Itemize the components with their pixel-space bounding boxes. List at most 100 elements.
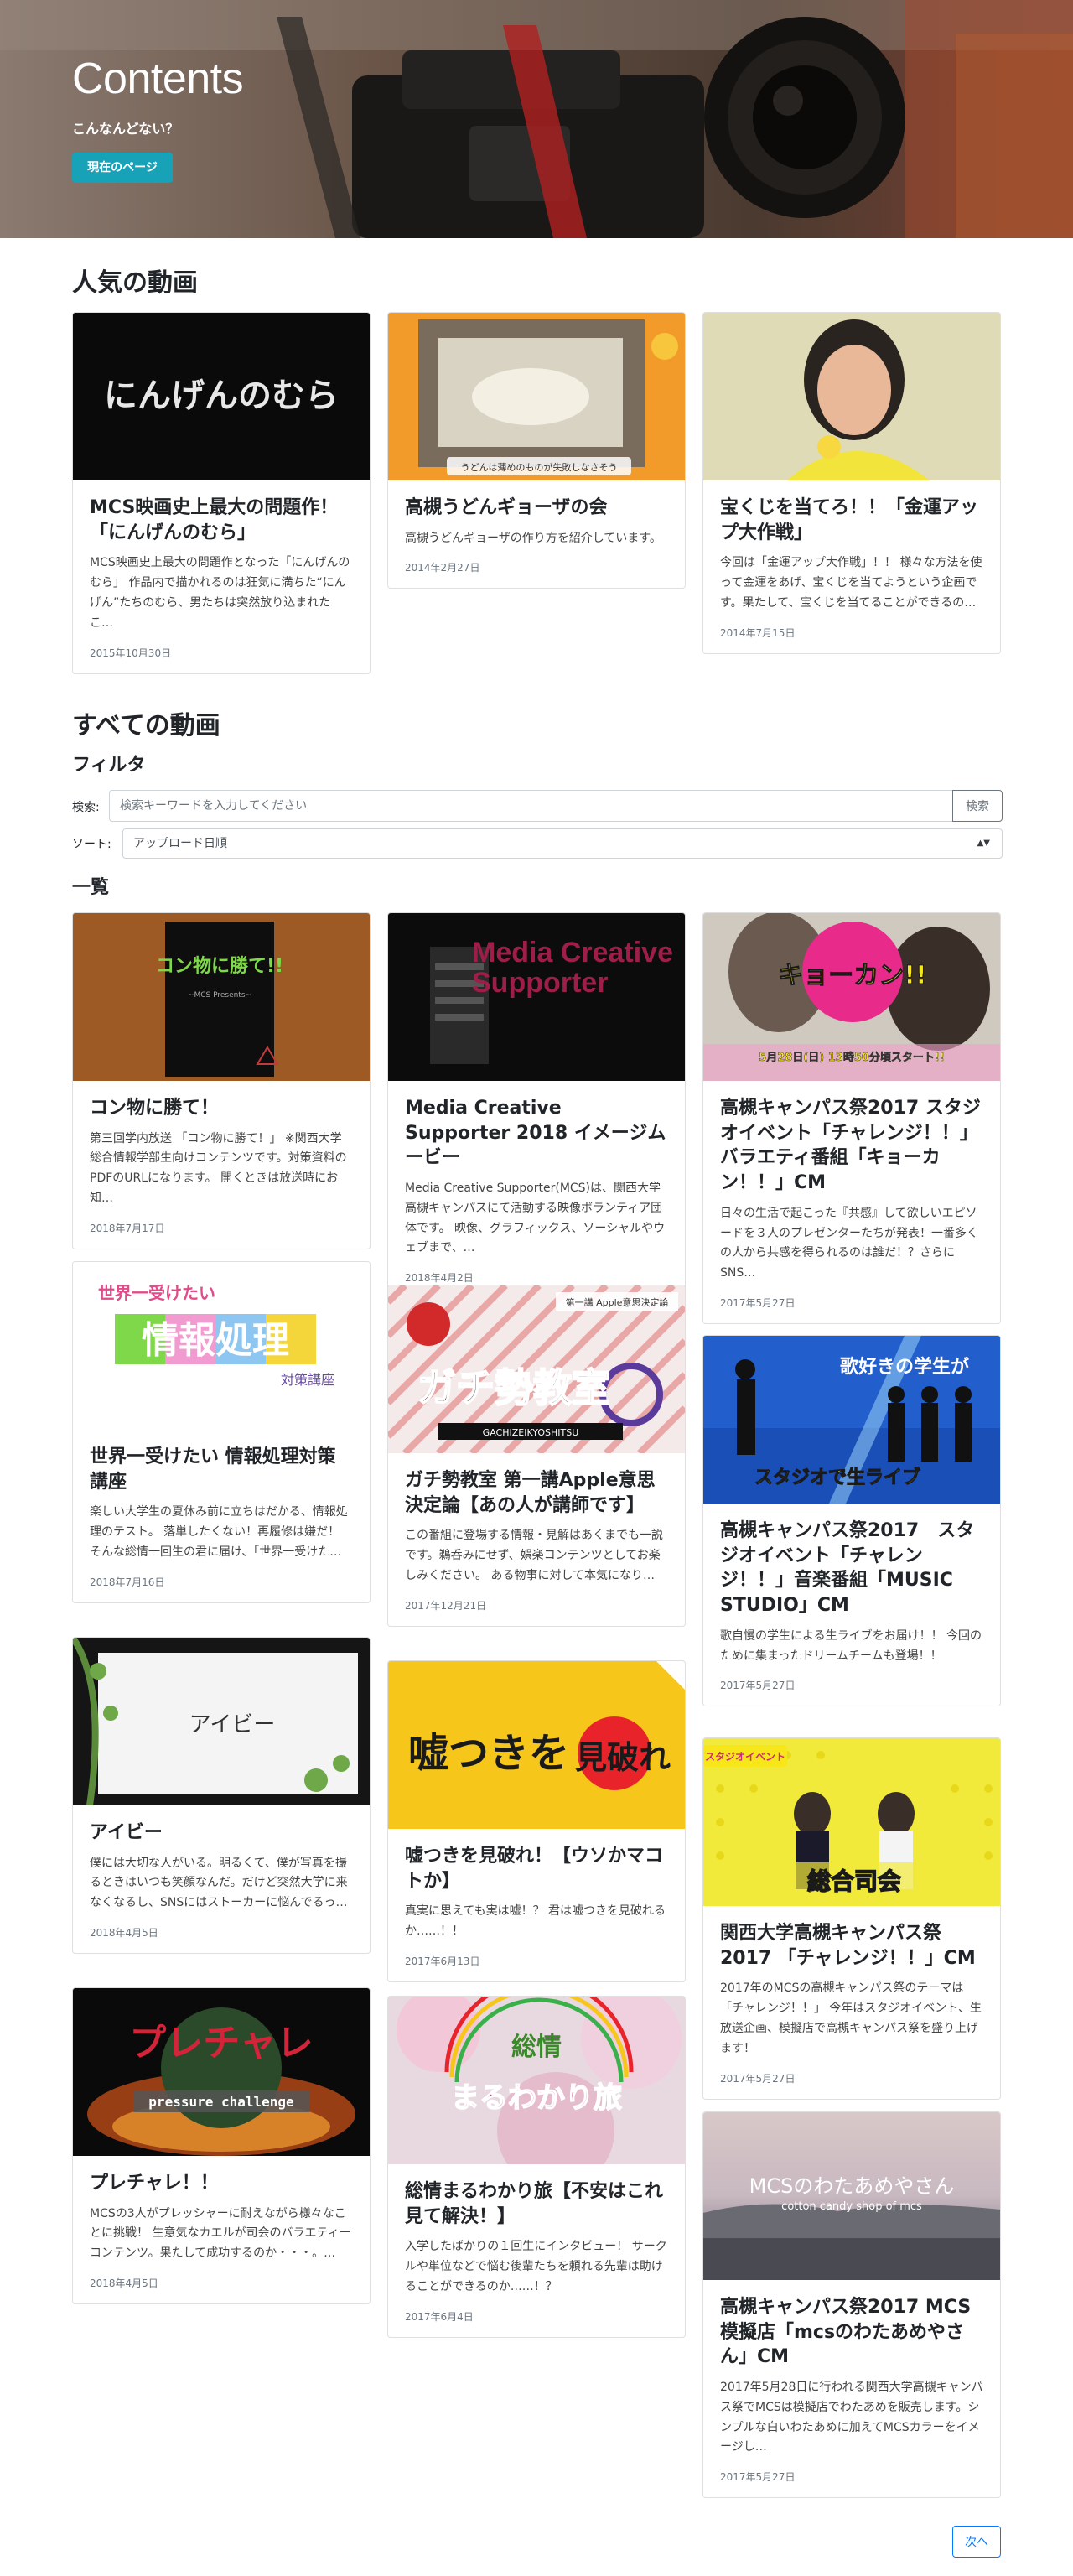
search-button[interactable]: 検索 [952,790,1003,822]
thumbnail-title-text: 総合司会 [807,1867,901,1895]
video-card[interactable]: アイビー アイビー 僕には大切な人がいる。明るくて、僕が写真を撮るときはいつも笑… [72,1637,371,1955]
video-title[interactable]: プレチャレ！！ [90,2171,353,2196]
video-date: 2017年6月13日 [405,1955,480,1967]
video-description: 日々の生活で起こった『共感』して欲しいエピソードを３人のプレゼンターたちが発表！… [720,1206,978,1280]
video-title[interactable]: 世界一受けたい 情報処理対策講座 [90,1445,353,1494]
list-title: 一覧 [72,877,110,898]
page-title: Contents [72,55,244,103]
video-description: 高槻うどんギョーザの作り方を紹介しています。 [405,531,661,545]
video-thumbnail: Media Creative Supporter [388,913,685,1081]
video-thumbnail: 世界一受けたい 情報処理 対策講座 [73,1262,370,1430]
video-card[interactable]: 第一講 Apple意思決定論 ガチ勢教室 GACHIZEIKYOSHITSU ガ… [387,1285,686,1627]
video-date: 2018年4月2日 [405,1272,474,1285]
video-thumbnail: キョーカン!! 5月28日(日) 13時50分頃スタート!! [703,913,1000,1081]
video-title[interactable]: Media Creative Supporter 2018 イメージムービー [405,1096,668,1171]
video-card[interactable]: MCSのわたあめやさん cotton candy shop of mcs 高槻キ… [702,2111,1001,2499]
video-thumbnail: アイビー [73,1638,370,1805]
thumbnail-sub-text: cotton candy shop of mcs [781,2200,922,2213]
thumbnail-sub-text: スタジオで生ライブ [754,1467,920,1488]
video-date: 2018年4月5日 [90,1927,158,1940]
video-card[interactable]: スタジオイベント 総合司会 関西大学高槻キャンパス祭2017 「チャレンジ！！」… [702,1737,1001,2100]
video-card[interactable]: 総情 まるわかり旅 総情まるわかり旅【不安はこれ見て解決！】 入学したばかりの１… [387,1996,686,2338]
video-description: 歌自慢の学生による生ライブをお届け！！ 今回のために集まったドリームチームも登場… [720,1628,982,1663]
thumbnail-title-text: Media Creative Supporter [472,938,673,999]
thumbnail-title-text: コン物に勝て!! [156,955,283,977]
video-card[interactable]: プレチャレ pressure challenge プレチャレ！！ MCSの3人が… [72,1987,371,2305]
thumbnail-title-text: キョーカン!! [778,961,926,990]
thumbnail-sub-text: 見破れ [575,1739,671,1776]
video-thumbnail: 総情 まるわかり旅 [388,1997,685,2164]
video-card[interactable]: うどんは薄めのものが失敗しなさそう 高槻うどんギョーザの会 高槻うどんギョーザの… [387,312,686,589]
video-title[interactable]: 高槻キャンパス祭2017 MCS 模擬店「mcsのわたあめやさん」CM [720,2295,983,2370]
video-title[interactable]: 高槻キャンパス祭2017 スタジオイベント「チャレンジ！！」 バラエティ番組「キ… [720,1096,983,1196]
sort-selected-value: アップロード日順 [133,837,227,850]
video-card[interactable]: コン物に勝て!! ~MCS Presents~ コン物に勝て！ 第三回学内放送 … [72,912,371,1249]
video-date: 2017年12月21日 [405,1599,487,1612]
thumbnail-title-text: アイビー [189,1712,276,1737]
video-date: 2017年6月4日 [405,2310,474,2323]
video-date: 2017年5月27日 [720,2471,796,2484]
video-card[interactable]: 宝くじを当てろ！！「金運アップ大作戦」 今回は「金運アップ大作戦」！！ 様々な方… [702,312,1001,654]
next-page-button[interactable]: 次へ [952,2526,1001,2558]
video-title[interactable]: ガチ勢教室 第一講Apple意思決定論【あの人が講師です】 [405,1468,668,1518]
video-card[interactable]: 世界一受けたい 情報処理 対策講座 世界一受けたい 情報処理対策講座 楽しい大学… [72,1261,371,1603]
thumbnail-caption-text: うどんは薄めのものが失敗しなさそう [461,461,618,473]
video-description: 今回は「金運アップ大作戦」！！ 様々な方法を使って金運をあげ、宝くじを当てようと… [720,556,982,610]
page-subtitle: こんなんどない？ [72,121,179,137]
video-card[interactable]: Media Creative Supporter Media Creative … [387,912,686,1300]
video-description: この番組に登場する情報・見解はあくまでも一説です。鵜呑みにせず、娯楽コンテンツと… [405,1529,663,1582]
video-description: 楽しい大学生の夏休み前に立ちはだかる、情報処理のテスト。 落単したくない！再履修… [90,1505,348,1559]
video-date: 2014年2月27日 [405,562,480,574]
thumbnail-sub2-text: 対策講座 [281,1372,334,1388]
video-title[interactable]: MCS映画史上最大の問題作！「にんげんのむら」 [90,496,353,545]
video-date: 2018年7月17日 [90,1222,165,1234]
video-card[interactable]: にんげんのむら MCS映画史上最大の問題作！「にんげんのむら」 MCS映画史上最… [72,312,371,674]
sort-select[interactable]: アップロード日順 ▲▼ [122,828,1003,859]
video-date: 2015年10月30日 [90,647,172,659]
video-description: 真実に思えても実は嘘！？ 君は嘘つきを見破れるか……！！ [405,1904,666,1939]
thumbnail-sub2-text: 第一講 Apple意思決定論 [566,1296,669,1308]
video-thumbnail: にんげんのむら [73,313,370,480]
current-page-button[interactable]: 現在のページ [72,153,173,183]
thumbnail-sub-text: GACHIZEIKYOSHITSU [483,1427,579,1438]
thumbnail-title-text: ガチ勢教室 [417,1365,610,1410]
video-date: 2017年5月27日 [720,1296,796,1309]
thumbnail-title-text: まるわかり旅 [451,2081,622,2115]
thumbnail-sub-text: 総情 [511,2033,562,2062]
thumbnail-sub-text: pressure challenge [148,2094,293,2110]
video-card[interactable]: 嘘つきを 見破れ 嘘つきを見破れ！【ウソかマコトか】 真実に思えても実は嘘！？ … [387,1660,686,1982]
thumbnail-title-text: 歌好きの学生が [840,1356,969,1378]
video-thumbnail: 嘘つきを 見破れ [388,1661,685,1829]
video-title[interactable]: コン物に勝て！ [90,1096,353,1121]
video-title[interactable]: 総情まるわかり旅【不安はこれ見て解決！】 [405,2179,668,2229]
thumbnail-title-text: 情報処理 [142,1319,289,1362]
video-thumbnail: プレチャレ pressure challenge [73,1988,370,2156]
thumbnail-title-text: にんげんのむら [104,377,339,415]
video-title[interactable]: 嘘つきを見破れ！【ウソかマコトか】 [405,1844,668,1893]
video-description: 2017年5月28日に行われる関西大学高槻キャンパス祭でMCSは模擬店でわたあめ… [720,2381,983,2454]
filter-title: フィルタ [72,755,146,776]
video-description: MCS映画史上最大の問題作となった「にんげんのむら」 作品内で描かれるのは狂気に… [90,556,350,630]
video-description: 入学したばかりの１回生にインタビュー！ サークルや単位などで悩む後輩たちを頼れる… [405,2240,667,2293]
video-description: 2017年のMCSの高槻キャンパス祭のテーマは「チャレンジ！！」 今年はスタジオ… [720,1981,982,2055]
video-title[interactable]: 宝くじを当てろ！！「金運アップ大作戦」 [720,496,983,545]
video-description: 第三回学内放送 「コン物に勝て！」 ※関西大学総合情報学部生向けコンテンツです。… [90,1131,347,1206]
video-title[interactable]: アイビー [90,1820,353,1846]
video-title[interactable]: 関西大学高槻キャンパス祭2017 「チャレンジ！！」CM [720,1921,983,1971]
video-date: 2017年5月27日 [720,2072,796,2085]
video-date: 2018年7月16日 [90,1576,165,1588]
thumbnail-sub-text: ~MCS Presents~ [188,991,251,1000]
thumbnail-sub-text: スタジオイベント [705,1751,785,1763]
sort-label: ソート: [72,838,111,851]
video-date: 2018年4月5日 [90,2277,158,2290]
video-thumbnail: コン物に勝て!! ~MCS Presents~ [73,913,370,1081]
video-title[interactable]: 高槻うどんギョーザの会 [405,496,668,521]
search-input[interactable] [109,790,952,822]
popular-section-title: 人気の動画 [72,268,198,298]
video-title[interactable]: 高槻キャンパス祭2017 スタジオイベント「チャレンジ！！」音楽番組「MUSIC… [720,1519,983,1618]
chevron-updown-icon: ▲▼ [977,839,990,848]
hero-banner: Contents こんなんどない？ 現在のページ [0,0,1073,238]
video-card[interactable]: キョーカン!! 5月28日(日) 13時50分頃スタート!! 高槻キャンパス祭2… [702,912,1001,1324]
video-card[interactable]: 歌好きの学生が スタジオで生ライブ 高槻キャンパス祭2017 スタジオイベント「… [702,1335,1001,1707]
video-date: 2014年7月15日 [720,626,796,639]
